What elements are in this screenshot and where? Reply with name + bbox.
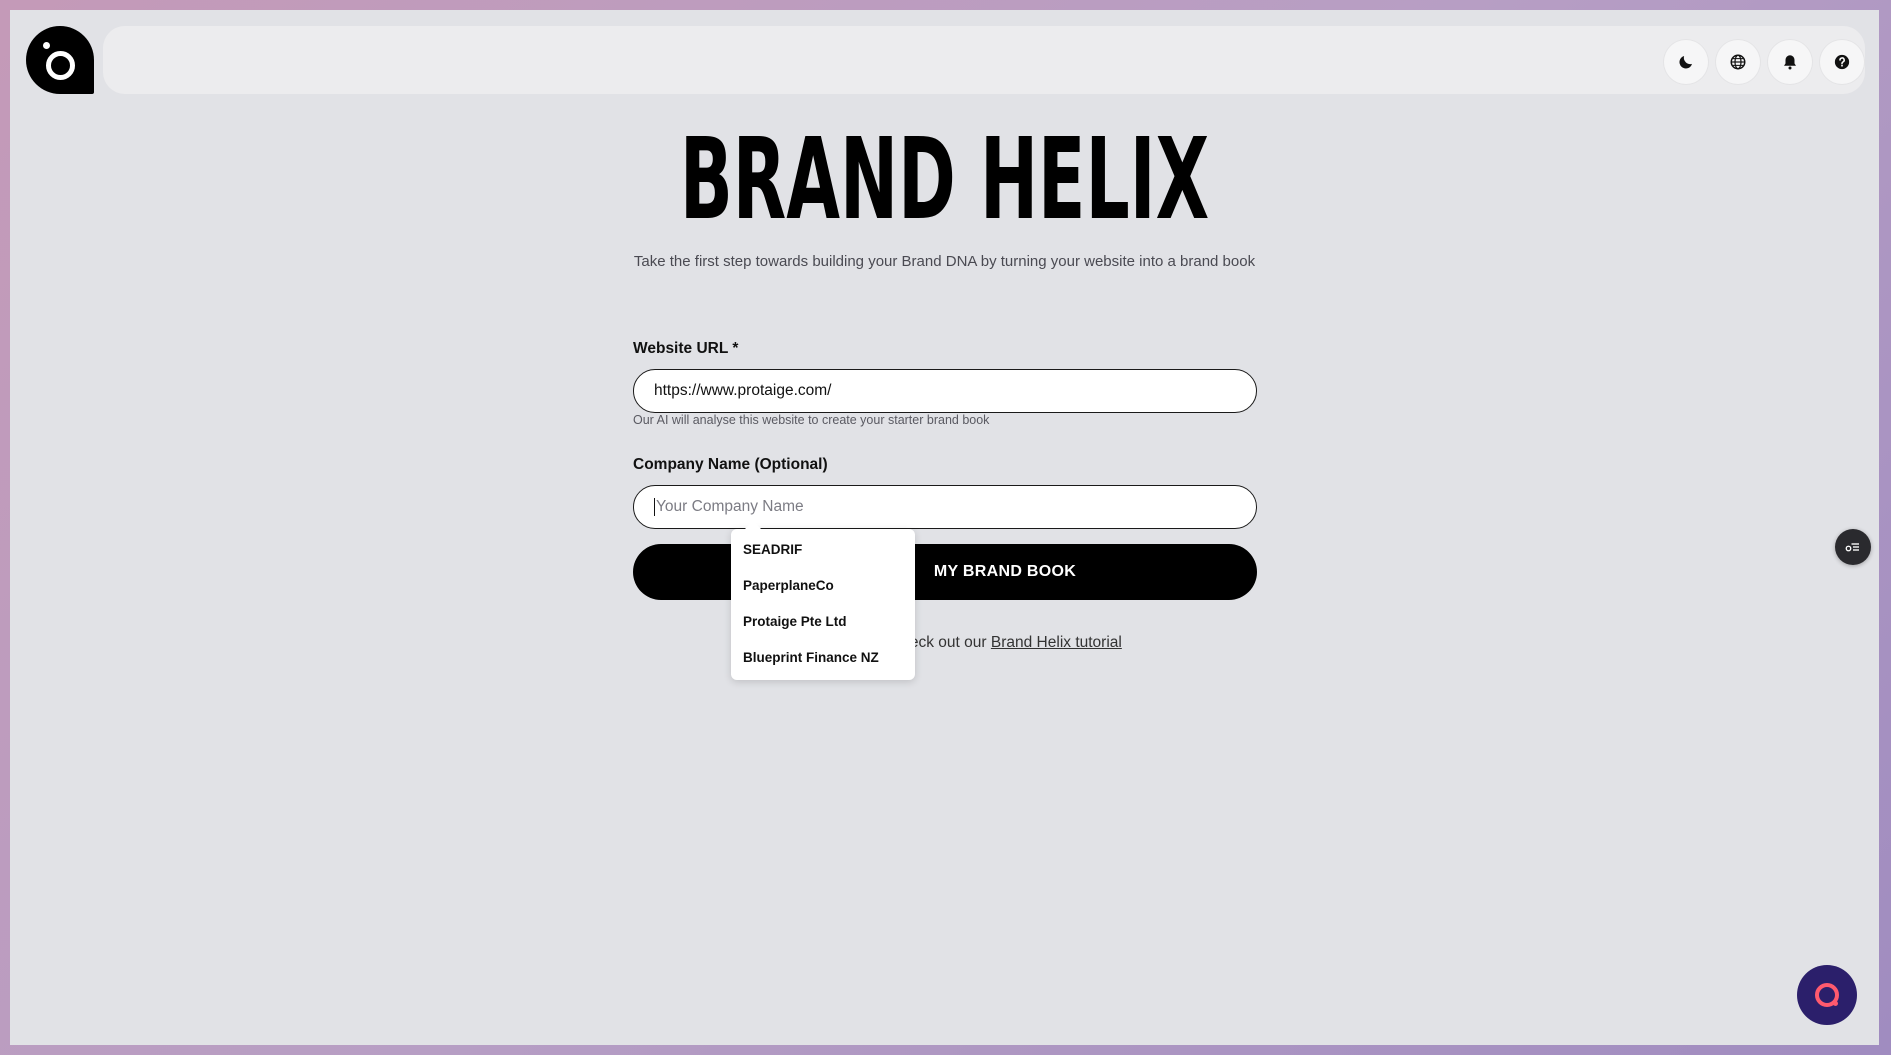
top-bar — [103, 26, 1865, 94]
app-logo[interactable] — [26, 26, 94, 94]
checklist-icon — [1845, 543, 1859, 552]
autocomplete-option[interactable]: SEADRIF — [731, 532, 915, 568]
text-caret — [654, 498, 655, 516]
chat-logo-icon — [1815, 983, 1839, 1007]
page-subtitle: Take the first step towards building you… — [633, 253, 1256, 270]
website-url-input[interactable]: https://www.protaige.com/ — [633, 369, 1257, 413]
tutorial-link[interactable]: Brand Helix tutorial — [991, 634, 1122, 651]
company-name-placeholder: Your Company Name — [656, 498, 804, 515]
logo-ring-icon — [46, 51, 75, 80]
chat-logo-dot — [1833, 1001, 1838, 1006]
page-title: BRAND HELIX — [679, 115, 1210, 245]
language-button[interactable] — [1716, 40, 1760, 84]
dark-mode-button[interactable] — [1664, 40, 1708, 84]
notifications-button[interactable] — [1768, 40, 1812, 84]
company-autocomplete-dropdown: SEADRIF PaperplaneCo Protaige Pte Ltd Bl… — [731, 521, 915, 680]
autocomplete-option[interactable]: Protaige Pte Ltd — [731, 604, 915, 640]
website-url-hint: Our AI will analyse this website to crea… — [633, 413, 990, 427]
chat-launcher-button[interactable] — [1797, 965, 1857, 1025]
company-name-label: Company Name (Optional) — [633, 456, 828, 473]
autocomplete-option[interactable]: PaperplaneCo — [731, 568, 915, 604]
logo-dot-icon — [43, 42, 50, 49]
website-url-value: https://www.protaige.com/ — [654, 382, 832, 399]
globe-icon — [1730, 54, 1746, 70]
app-frame: BRAND HELIX Take the first step towards … — [10, 10, 1879, 1045]
help-line: ? Check out our Brand Helix tutorial — [10, 634, 1879, 652]
autocomplete-option[interactable]: Blueprint Finance NZ — [731, 640, 915, 676]
website-url-label: Website URL * — [633, 340, 739, 357]
create-brand-book-label: MY BRAND BOOK — [933, 563, 1077, 580]
help-button[interactable] — [1820, 40, 1864, 84]
help-icon — [1834, 54, 1850, 70]
create-brand-book-button[interactable]: MY BRAND BOOK — [633, 544, 1257, 600]
moon-icon — [1679, 56, 1692, 69]
side-panel-toggle[interactable] — [1835, 529, 1871, 565]
company-name-input[interactable]: Your Company Name — [633, 485, 1257, 529]
bell-icon — [1784, 55, 1796, 70]
